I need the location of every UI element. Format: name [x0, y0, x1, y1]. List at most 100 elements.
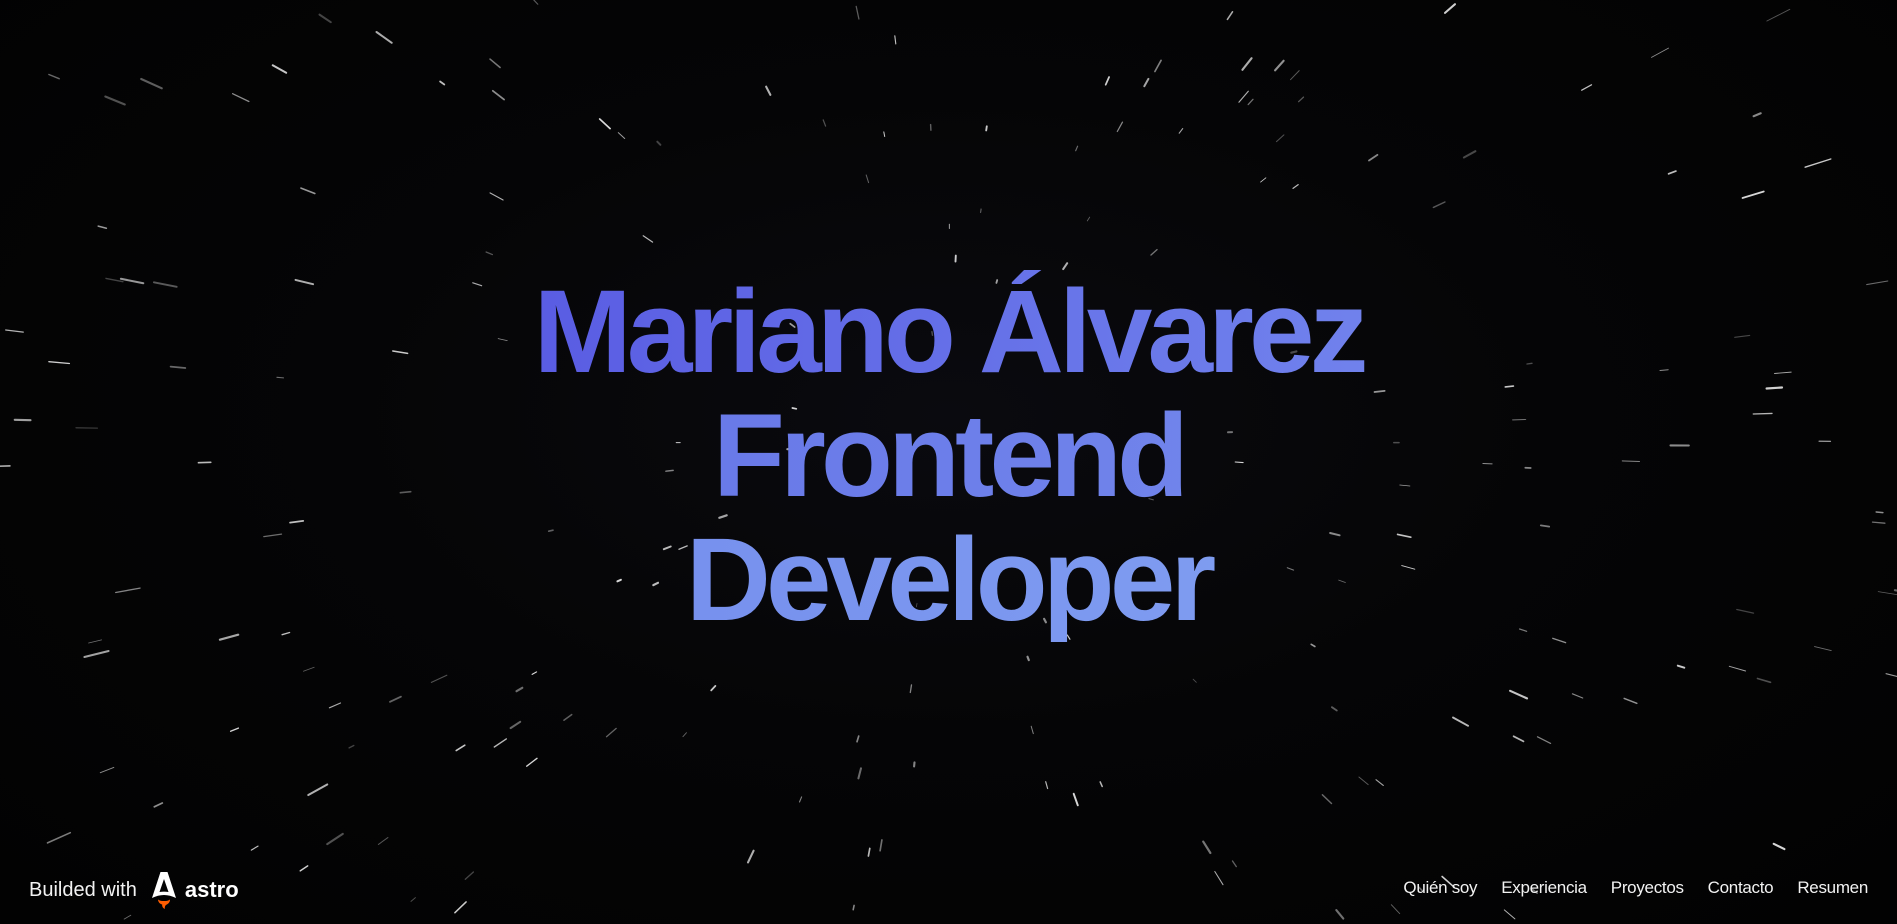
star-streak [1274, 59, 1285, 72]
star-streak [1231, 860, 1237, 868]
star-streak [1275, 134, 1285, 143]
star-streak [430, 674, 448, 683]
nav-link-contacto[interactable]: Contacto [1708, 878, 1774, 898]
star-streak [1072, 792, 1079, 807]
star-streak [326, 832, 344, 846]
astro-link[interactable]: astro [151, 870, 239, 910]
star-streak [1045, 781, 1049, 790]
star-streak [1728, 665, 1747, 672]
star-streak [83, 650, 110, 658]
star-streak [1772, 842, 1786, 851]
star-streak [682, 732, 687, 738]
star-streak [746, 849, 755, 864]
star-streak [1214, 870, 1224, 886]
built-with-label: Builded with [29, 878, 137, 901]
star-streak [1226, 11, 1234, 21]
star-streak [1804, 158, 1832, 168]
star-streak [153, 802, 164, 808]
star-streak [229, 727, 240, 732]
star-streak [617, 132, 626, 139]
star-streak [894, 35, 897, 45]
star-streak [271, 64, 288, 74]
star-streak [46, 831, 72, 844]
star-streak [598, 118, 611, 130]
star-streak [1290, 70, 1300, 81]
star-streak [1330, 706, 1338, 712]
star-streak [377, 837, 389, 845]
star-streak [1766, 8, 1791, 22]
page-background: Mariano Álvarez Frontend Developer Build… [0, 0, 1897, 924]
star-streak [1292, 184, 1299, 189]
nav-link-resumen[interactable]: Resumen [1797, 878, 1868, 898]
star-streak [1086, 216, 1091, 222]
star-streak [491, 89, 505, 101]
astro-wordmark: astro [184, 877, 239, 902]
star-streak [1202, 840, 1212, 855]
star-streak [531, 671, 538, 675]
star-streak [1581, 84, 1593, 91]
star-streak [1676, 664, 1686, 669]
star-streak [798, 796, 803, 803]
built-with: Builded with astro [29, 870, 239, 910]
star-streak [980, 208, 982, 213]
star-streak [489, 192, 504, 201]
star-streak [509, 720, 522, 730]
star-streak [123, 914, 132, 920]
star-streak [104, 95, 126, 106]
star-streak [857, 767, 863, 780]
star-streak [1178, 128, 1184, 134]
star-streak [1026, 655, 1030, 662]
star-streak [563, 713, 573, 721]
star-streak [439, 80, 446, 86]
star-streak [1509, 689, 1529, 700]
star-streak [1623, 697, 1638, 705]
star-streak [300, 187, 316, 195]
star-streak [1443, 3, 1457, 14]
hero-heading: Mariano Álvarez Frontend Developer [0, 270, 1897, 642]
star-streak [879, 839, 883, 852]
hero-role-line-1: Frontend [0, 394, 1897, 518]
star-streak [1150, 248, 1158, 256]
star-streak [1154, 59, 1162, 73]
star-streak [489, 58, 501, 69]
hero-name: Mariano Álvarez [0, 270, 1897, 394]
star-streak [1192, 678, 1197, 683]
star-streak [867, 847, 871, 857]
star-streak [1452, 716, 1470, 727]
star-streak [299, 865, 309, 872]
star-streak [97, 225, 108, 229]
star-streak [865, 174, 870, 184]
star-streak [1321, 794, 1333, 805]
star-streak [1667, 170, 1677, 175]
star-streak [1030, 725, 1034, 735]
hero-role-line-2: Developer [0, 518, 1897, 642]
star-streak [1651, 47, 1669, 58]
star-streak [1503, 909, 1516, 920]
star-streak [855, 5, 860, 20]
star-streak [533, 0, 539, 5]
star-streak [1756, 677, 1772, 684]
star-streak [1116, 121, 1124, 133]
star-streak [765, 85, 772, 96]
star-streak [1143, 77, 1150, 88]
star-streak [1814, 646, 1832, 652]
star-streak [231, 93, 250, 103]
star-streak [455, 744, 466, 752]
star-streak [605, 727, 617, 738]
star-streak [1075, 145, 1079, 152]
star-streak [1238, 90, 1249, 103]
nav-link-quien-soy[interactable]: Quién soy [1403, 878, 1477, 898]
star-streak [909, 684, 913, 694]
nav-link-experiencia[interactable]: Experiencia [1501, 878, 1587, 898]
star-streak [883, 131, 886, 138]
star-streak [1104, 76, 1110, 86]
hero: Mariano Álvarez Frontend Developer [0, 270, 1897, 642]
star-streak [1571, 693, 1584, 699]
star-streak [389, 695, 402, 703]
star-streak [1885, 673, 1897, 678]
star-streak [526, 757, 538, 767]
star-streak [1247, 98, 1254, 106]
star-streak [328, 702, 342, 709]
nav-link-proyectos[interactable]: Proyectos [1611, 878, 1684, 898]
star-streak [1512, 735, 1525, 743]
